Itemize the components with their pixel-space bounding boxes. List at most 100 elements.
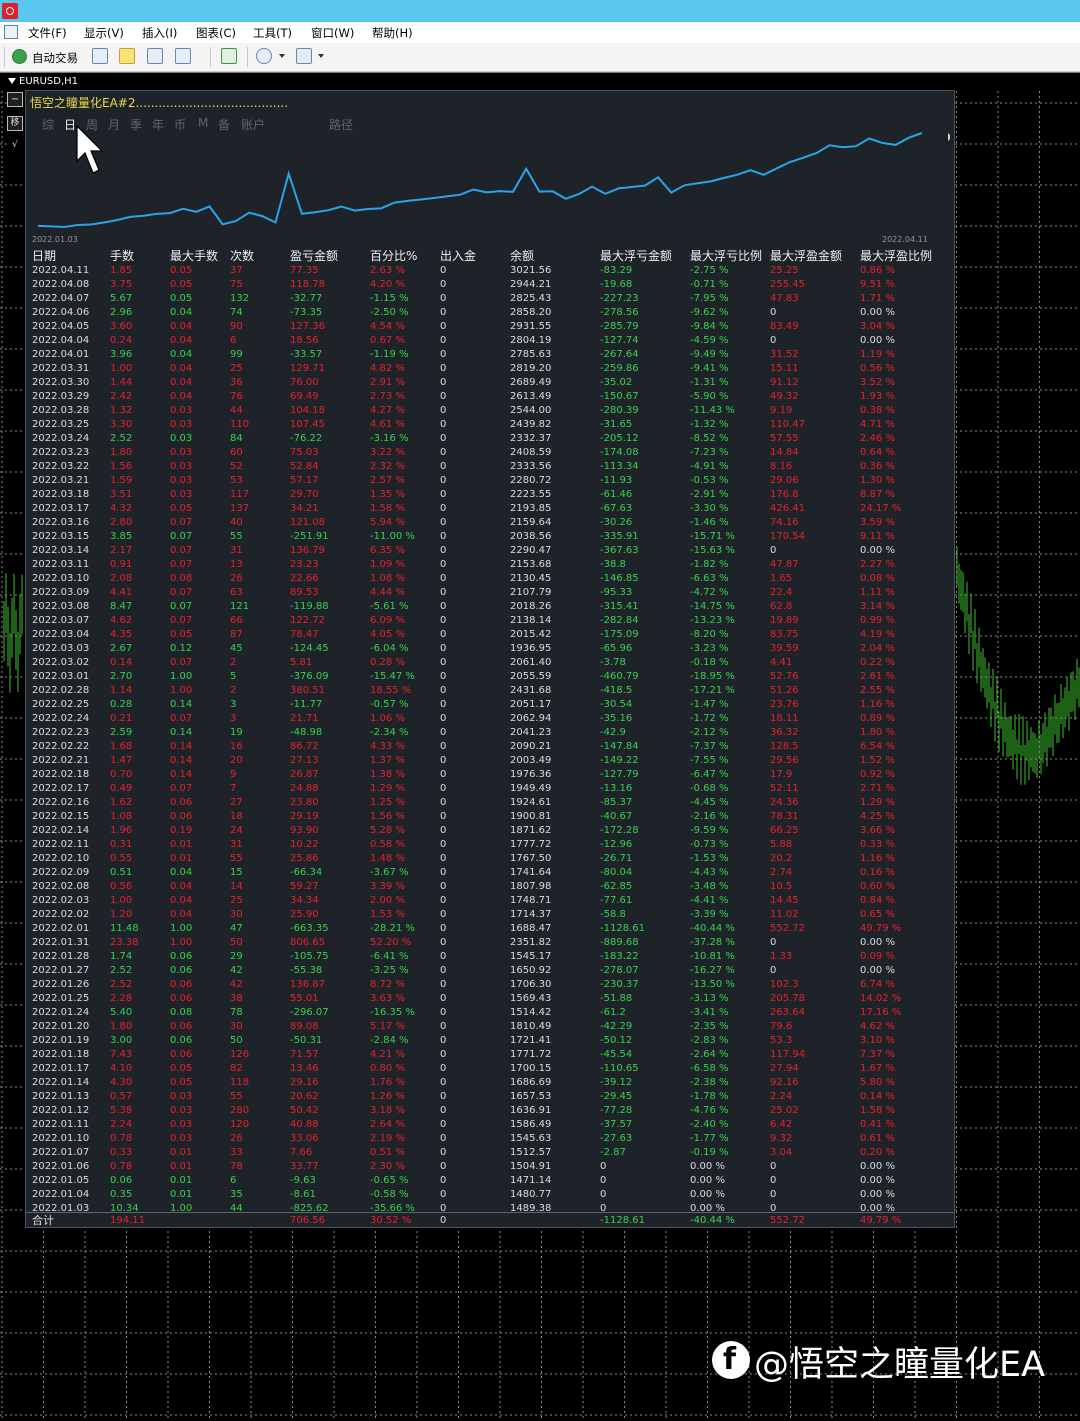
header-date[interactable]: 日期 [32,247,56,263]
table-cell: 2.67 [110,643,133,654]
table-cell: 2.63 % [370,265,405,276]
table-cell: -367.63 [600,545,639,556]
table-cell: 84 [230,433,243,444]
table-cell: 82 [230,1063,243,1074]
menu-window[interactable]: 窗口(W) [311,25,354,41]
table-cell: 7.37 % [860,1049,895,1060]
table-row: 2022.02.16 1.62 0.06 27 23.80 1.25 % 0 1924.61 -… [26,796,954,810]
menu-help[interactable]: 帮助(H) [372,25,413,41]
table-cell: 4.62 [110,615,133,626]
table-cell: 1.16 % [860,853,895,864]
table-cell: -58.8 [600,909,626,920]
document-icon[interactable] [4,25,18,39]
tab-m[interactable]: M [198,116,208,130]
table-cell: 0 [440,265,447,276]
chart-scroll-arrow-icon[interactable] [948,133,950,141]
table-row: 2022.01.28 1.74 0.06 29 -105.75 -6.41 % 0 1545.… [26,950,954,964]
table-cell: 27 [230,797,243,808]
table-cell: 0.03 [170,433,193,444]
table-cell: -11.00 % [370,531,415,542]
table-cell: -45.54 [600,1049,633,1060]
table-cell: 0 [770,1161,777,1172]
table-cell: 66 [230,615,243,626]
table-cell: -0.53 % [690,475,729,486]
move-panel-button[interactable]: 移 [7,116,23,131]
header-deposit[interactable]: 出入金 [440,247,476,263]
check-mark-icon[interactable]: √ [7,139,23,154]
table-cell: 0.51 [110,867,133,878]
periodicity-dropdown-arrow-icon[interactable] [279,54,285,58]
header-balance[interactable]: 余额 [510,247,534,263]
favorites-star-icon[interactable] [119,48,135,64]
table-cell: 26 [230,573,243,584]
table-cell: 40 [230,517,243,528]
navigator-icon[interactable] [147,48,163,64]
table-cell: 1686.69 [510,1077,552,1088]
periodicity-clock-icon[interactable] [256,48,272,64]
table-cell: 2.24 [110,1119,133,1130]
table-cell: -315.41 [600,601,639,612]
table-cell: 5.80 % [860,1077,895,1088]
table-cell: 2.17 [110,545,133,556]
table-cell: 57.55 [770,433,799,444]
table-cell: -29.45 [600,1091,633,1102]
header-profit[interactable]: 盈亏金额 [290,247,338,263]
menu-tools[interactable]: 工具(T) [253,25,292,41]
auto-trading-button[interactable]: 自动交易 [10,47,86,67]
table-cell: 1471.14 [510,1175,552,1186]
table-row: 2022.03.24 2.52 0.03 84 -76.22 -3.16 % 0 2332.3… [26,432,954,446]
tile-windows-icon[interactable] [221,48,237,64]
table-cell: 0.09 % [860,951,895,962]
table-row: 2022.02.18 0.70 0.14 9 26.87 1.38 % 0 1976.36 -1… [26,768,954,782]
header-max-float-profit-ratio[interactable]: 最大浮盈比例 [860,247,932,263]
menu-insert[interactable]: 插入(I) [142,25,177,41]
table-cell: 0.04 [170,321,193,332]
table-cell: -1.78 % [690,1091,729,1102]
table-cell: -227.23 [600,293,639,304]
table-cell: 0.08 [170,573,193,584]
table-cell: -65.96 [600,643,633,654]
header-count[interactable]: 次数 [230,247,254,263]
templates-dropdown-arrow-icon[interactable] [318,54,324,58]
table-cell: -4.59 % [690,335,729,346]
table-cell: 66.25 [770,825,799,836]
menu-charts[interactable]: 图表(C) [196,25,236,41]
table-cell: 1.09 % [370,559,405,570]
table-cell: 3.96 [110,349,133,360]
header-max-float-profit[interactable]: 最大浮盈金额 [770,247,842,263]
table-cell: 0 [440,755,447,766]
templates-icon[interactable] [296,48,312,64]
table-cell: -124.45 [290,643,329,654]
minimize-panel-button[interactable]: − [7,92,23,107]
table-cell: 170.54 [770,531,805,542]
header-max-float-loss-ratio[interactable]: 最大浮亏比例 [690,247,762,263]
table-cell: 24 [230,825,243,836]
collapse-triangle-icon[interactable] [8,78,16,84]
table-cell: 2.24 [770,1091,793,1102]
header-percent[interactable]: 百分比% [370,247,417,263]
table-cell: 0 [440,447,447,458]
table-cell: 0 [440,559,447,570]
expert-properties-icon[interactable] [92,48,108,64]
menu-view[interactable]: 显示(V) [84,25,124,41]
table-cell: 0 [440,867,447,878]
table-cell: -4.91 % [690,461,729,472]
table-cell: -230.37 [600,979,639,990]
table-cell: 78 [230,1161,243,1172]
table-cell: 9.32 [770,1133,793,1144]
table-cell: 2.96 [110,307,133,318]
header-lots[interactable]: 手数 [110,247,134,263]
table-cell: 5.28 % [370,825,405,836]
table-cell: 23.80 [290,797,319,808]
table-cell: 18.11 [770,713,799,724]
app-logo-icon[interactable] [2,3,18,19]
table-cell: 55 [230,1091,243,1102]
table-row: 2022.04.07 5.67 0.05 132 -32.77 -1.15 % 0 2825.… [26,292,954,306]
header-max-lots[interactable]: 最大手数 [170,247,218,263]
table-cell: 47.83 [770,293,799,304]
table-cell: 2022.03.01 [32,671,90,682]
menu-file[interactable]: 文件(F) [28,25,67,41]
zoom-chart-icon[interactable] [175,48,191,64]
table-cell: 136.87 [290,979,325,990]
header-max-float-loss[interactable]: 最大浮亏金额 [600,247,672,263]
